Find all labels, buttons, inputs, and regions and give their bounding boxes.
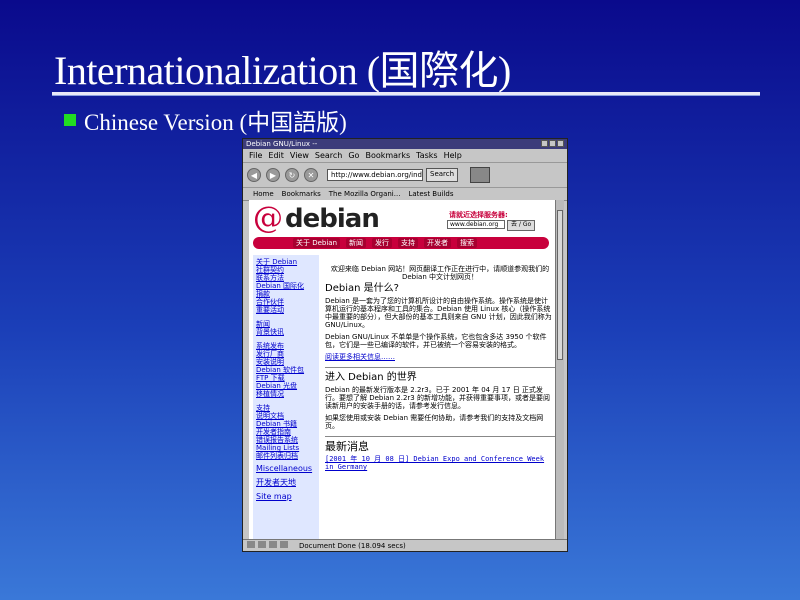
sidebar-link[interactable]: 移植情况 (256, 390, 316, 398)
site-nav-bar: 关于 Debian 新闻 发行 支持 开发者 搜索 (253, 237, 549, 249)
what-heading: Debian 是什么? (325, 283, 399, 294)
sidebar-link[interactable]: 系统发布 (256, 342, 316, 350)
nav-developers[interactable]: 开发者 (424, 238, 452, 248)
bullet-text: Chinese Version (中国語版) (84, 110, 347, 135)
nav-about[interactable]: 关于 Debian (293, 238, 341, 248)
throbber-icon (470, 167, 491, 183)
back-icon[interactable]: ◀ (247, 168, 261, 182)
menu-search[interactable]: Search (315, 151, 342, 160)
search-button[interactable]: Search (426, 168, 459, 182)
sidebar-link[interactable]: 社群契约 (256, 266, 316, 274)
sidebar-link[interactable]: 重要活动 (256, 306, 316, 314)
sidebar-link[interactable]: 说明文档 (256, 412, 316, 420)
sidebar-link[interactable]: 联系方法 (256, 274, 316, 282)
mirror-label: 请就近选择服务器: (449, 211, 508, 219)
bookmark-latest-builds[interactable]: Latest Builds (408, 190, 453, 198)
menu-tasks[interactable]: Tasks (416, 151, 437, 160)
more-info-link[interactable]: 阅读更多相关信息…… (325, 353, 555, 361)
stop-icon[interactable]: ✕ (304, 168, 318, 182)
sidebar-link[interactable]: FTP 下载 (256, 374, 316, 382)
sidebar-link[interactable]: Debian 光盘 (256, 382, 316, 390)
menu-file[interactable]: File (249, 151, 262, 160)
bookmark-home[interactable]: Home (253, 190, 274, 198)
page-content: @ debian 请就近选择服务器: www.debian.org 去 / Go… (249, 200, 559, 539)
enter-heading: 进入 Debian 的世界 (325, 372, 417, 383)
menu-bar: File Edit View Search Go Bookmarks Tasks… (243, 149, 567, 163)
sidebar-link[interactable]: 合作伙伴 (256, 298, 316, 306)
square-bullet-icon (64, 114, 76, 126)
window-title: Debian GNU/Linux -- (246, 140, 318, 148)
reload-icon[interactable]: ↻ (285, 168, 299, 182)
sidebar-link-sitemap[interactable]: Site map (256, 492, 316, 502)
status-text: Document Done (18.094 secs) (299, 541, 406, 550)
menu-go[interactable]: Go (348, 151, 359, 160)
sidebar-link[interactable]: Debian 软件包 (256, 366, 316, 374)
menu-help[interactable]: Help (444, 151, 462, 160)
sidebar-link[interactable]: 背景快讯 (256, 328, 316, 336)
mirror-select[interactable]: www.debian.org (447, 220, 505, 229)
composer-icon[interactable] (269, 541, 277, 548)
mirror-selector: www.debian.org 去 / Go (447, 220, 536, 231)
menu-bookmarks[interactable]: Bookmarks (365, 151, 410, 160)
sidebar-link[interactable]: Debian 书籍 (256, 420, 316, 428)
browser-window: Debian GNU/Linux -- File Edit View Searc… (242, 138, 568, 552)
vertical-scrollbar[interactable] (555, 200, 564, 539)
scrollbar-thumb[interactable] (557, 210, 563, 360)
mail-icon[interactable] (258, 541, 266, 548)
welcome-text: 欢迎来临 Debian 网站！网页翻译工作正在进行中，请顺道参观我们的 Debi… (330, 265, 550, 281)
forward-icon[interactable]: ▶ (266, 168, 280, 182)
main-column: 欢迎来临 Debian 网站！网页翻译工作正在进行中，请顺道参观我们的 Debi… (325, 265, 555, 475)
go-button[interactable]: 去 / Go (507, 220, 536, 231)
title-underline (52, 92, 760, 95)
news-heading: 最新消息 (325, 440, 369, 453)
logo-text: debian (285, 204, 380, 234)
slide-title: Internationalization (国際化) (54, 48, 511, 93)
bookmark-bookmarks[interactable]: Bookmarks (282, 190, 321, 198)
menu-edit[interactable]: Edit (268, 151, 284, 160)
sidebar-link[interactable]: 捐款 (256, 290, 316, 298)
close-icon[interactable] (557, 139, 564, 147)
debian-swirl-icon: @ (253, 201, 283, 236)
sidebar-link[interactable]: 新闻 (256, 320, 316, 328)
divider (325, 367, 555, 368)
maximize-icon[interactable] (549, 139, 556, 147)
minimize-icon[interactable] (541, 139, 548, 147)
addressbook-icon[interactable] (280, 541, 288, 548)
debian-logo[interactable]: @ debian (253, 201, 380, 236)
what-paragraph-2: Debian GNU/Linux 不单单是个操作系统，它也包含多达 3950 个… (325, 333, 547, 349)
sidebar-link[interactable]: Mailing Lists (256, 444, 316, 452)
sidebar-link[interactable]: 邮件列表归档 (256, 452, 316, 460)
url-field[interactable]: http://www.debian.org/ind (327, 169, 423, 181)
bullet-item: Chinese Version (中国語版) (64, 103, 347, 137)
sidebar: 关于 Debian 社群契约 联系方法 Debian 国际化 捐款 合作伙伴 重… (253, 255, 319, 539)
sidebar-link-misc[interactable]: Miscellaneous (256, 464, 316, 474)
sidebar-link[interactable]: 关于 Debian (256, 258, 316, 266)
sidebar-link[interactable]: 支持 (256, 404, 316, 412)
menu-view[interactable]: View (290, 151, 309, 160)
status-bar: Document Done (18.094 secs) (243, 539, 567, 551)
bookmark-mozilla[interactable]: The Mozilla Organi... (329, 190, 401, 198)
sidebar-link[interactable]: Debian 国际化 (256, 282, 316, 290)
nav-news[interactable]: 新闻 (346, 238, 367, 248)
nav-support[interactable]: 支持 (398, 238, 419, 248)
sidebar-link[interactable]: 安装说明 (256, 358, 316, 366)
window-titlebar[interactable]: Debian GNU/Linux -- (243, 139, 567, 149)
nav-distrib[interactable]: 发行 (372, 238, 393, 248)
sidebar-link[interactable]: 发行厂商 (256, 350, 316, 358)
sidebar-link-devel[interactable]: 开发者天地 (256, 478, 316, 488)
divider (325, 436, 555, 437)
news-item[interactable]: [2001 年 10 月 08 日] Debian Expo and Confe… (325, 455, 555, 471)
component-icon[interactable] (247, 541, 255, 548)
what-paragraph-1: Debian 是一套为了您的计算机所设计的自由操作系统。操作系统是使计算机运行的… (325, 297, 552, 329)
nav-search[interactable]: 搜索 (457, 238, 478, 248)
enter-paragraph-1: Debian 的最新发行版本是 2.2r3。已于 2001 年 04 月 17 … (325, 386, 550, 410)
enter-paragraph-2: 如果您使用或安装 Debian 需要任何协助，请参考我们的支持及文档网页。 (325, 414, 544, 430)
navigation-toolbar: ◀ ▶ ↻ ✕ http://www.debian.org/ind Search (243, 163, 567, 188)
sidebar-link[interactable]: 开发者指南 (256, 428, 316, 436)
sidebar-link[interactable]: 错误报告系统 (256, 436, 316, 444)
